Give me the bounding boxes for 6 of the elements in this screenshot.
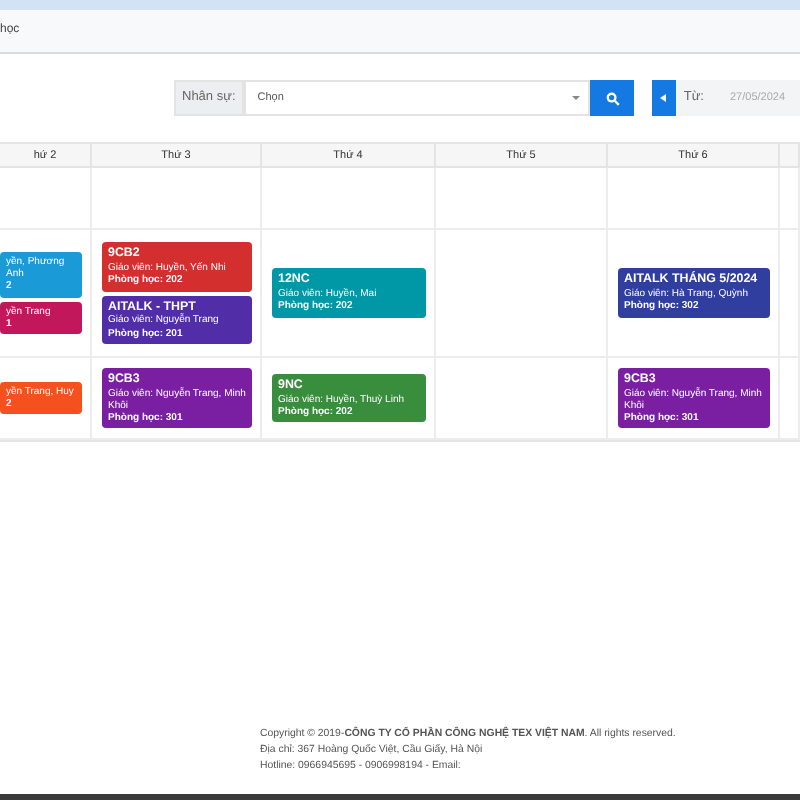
caret-left-icon [660,94,667,102]
search-icon [605,91,620,105]
search-button[interactable] [590,80,634,116]
previous-button[interactable] [651,80,676,116]
schedule-cell [780,168,800,230]
caret-icon [572,94,581,102]
